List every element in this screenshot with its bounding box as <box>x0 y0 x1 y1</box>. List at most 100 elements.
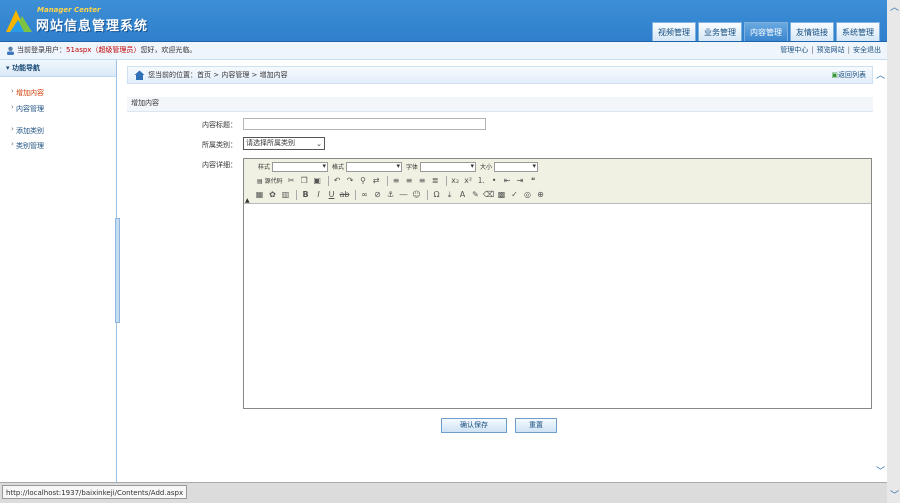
page-break-icon[interactable]: ⤓ <box>444 189 455 200</box>
rich-text-editor: 样式 格式 字体 大小 ▤ 源代码 ✂❐▣ ↶↷⚲⇄ ≡≡≡≣ x₂x²⒈•⇤⇥… <box>243 158 872 409</box>
scroll-up-icon[interactable]: ︿ <box>876 68 885 81</box>
status-bar: http://localhost:1937/baixinkeji/Content… <box>0 482 887 503</box>
bullet-list-icon[interactable]: • <box>489 175 500 186</box>
italic-icon[interactable]: I <box>313 189 324 200</box>
admin-center-link[interactable]: 管理中心 <box>780 46 808 54</box>
image-icon[interactable]: ▦ <box>254 189 265 200</box>
sidebar-item-content-manage[interactable]: 内容管理 <box>11 103 44 114</box>
eraser-icon[interactable]: ⌫ <box>483 189 494 200</box>
form-buttons: 确认保存 重置 <box>441 418 557 433</box>
preview-site-link[interactable]: 预览网站 <box>817 46 845 54</box>
replace-icon[interactable]: ⇄ <box>371 175 382 186</box>
collapse-toolbar-icon[interactable]: ▲ <box>245 197 250 204</box>
format-label: 格式 <box>332 164 345 171</box>
size-label: 大小 <box>480 164 493 171</box>
align-left-icon[interactable]: ≡ <box>391 175 402 186</box>
spellcheck-icon[interactable]: ✓ <box>509 189 520 200</box>
title-input[interactable] <box>243 118 486 130</box>
copy-icon[interactable]: ❐ <box>299 175 310 186</box>
superscript-icon[interactable]: x² <box>463 175 474 186</box>
sidebar-item-add-content[interactable]: 增加内容 <box>11 87 44 98</box>
text-color-icon[interactable]: A <box>457 189 468 200</box>
select-all-icon[interactable]: ▩ <box>496 189 507 200</box>
logout-link[interactable]: 安全退出 <box>853 46 881 54</box>
scroll-up-icon[interactable]: ︿ <box>890 0 899 13</box>
sidebar: ▾ 功能导航 增加内容 内容管理 添加类别 类别管理 <box>0 60 117 482</box>
maximize-icon[interactable]: ⊕ <box>535 189 546 200</box>
tab-content[interactable]: 内容管理 <box>744 22 788 41</box>
table-icon[interactable]: ▥ <box>280 189 291 200</box>
sidebar-item-category-manage[interactable]: 类别管理 <box>11 140 44 151</box>
preview-icon[interactable]: ◎ <box>522 189 533 200</box>
hr-icon[interactable]: ― <box>398 189 409 200</box>
style-combo[interactable] <box>272 161 329 172</box>
toolbar-divider <box>427 189 428 200</box>
style-label: 样式 <box>258 164 271 171</box>
highlight-icon[interactable]: ✎ <box>470 189 481 200</box>
underline-icon[interactable]: U <box>326 189 337 200</box>
editor-toolbar: 样式 格式 字体 大小 ▤ 源代码 ✂❐▣ ↶↷⚲⇄ ≡≡≡≣ x₂x²⒈•⇤⇥… <box>244 159 871 204</box>
paste-icon[interactable]: ▣ <box>312 175 323 186</box>
app-window: Manager Center 网站信息管理系统 视频管理 业务管理 内容管理 友… <box>0 0 900 503</box>
toolbar-row-1: 样式 格式 字体 大小 <box>254 160 539 173</box>
detail-label: 内容详细： <box>202 161 237 169</box>
back-to-list-link[interactable]: ▣返回列表 <box>831 67 866 84</box>
login-info: 当前登录用户：51aspx（超级管理员）您好，欢迎光临。 <box>17 42 196 59</box>
indent-icon[interactable]: ⇥ <box>515 175 526 186</box>
redo-icon[interactable]: ↷ <box>345 175 356 186</box>
top-links: 管理中心 | 预览网站 | 安全退出 <box>780 42 881 59</box>
tab-links[interactable]: 友情链接 <box>790 22 834 41</box>
align-center-icon[interactable]: ≡ <box>404 175 415 186</box>
undo-icon[interactable]: ↶ <box>332 175 343 186</box>
size-combo[interactable] <box>494 161 539 172</box>
logo-icon <box>6 10 32 32</box>
greeting: 您好，欢迎光临。 <box>140 46 197 54</box>
tab-system[interactable]: 系统管理 <box>836 22 880 41</box>
toolbar-divider <box>327 175 329 186</box>
anchor-icon[interactable]: ⚓ <box>385 189 396 200</box>
back-icon: ▣ <box>831 71 838 79</box>
find-icon[interactable]: ⚲ <box>358 175 369 186</box>
user-icon <box>7 46 14 55</box>
content-scrollbar[interactable]: ︿ ﹀ <box>873 60 887 482</box>
breadcrumb: 您当前的位置：首页 > 内容管理 > 增加内容 ▣返回列表 <box>127 66 873 84</box>
header: Manager Center 网站信息管理系统 视频管理 业务管理 内容管理 友… <box>0 0 900 42</box>
tab-business[interactable]: 业务管理 <box>698 22 742 41</box>
category-select[interactable]: 请选择所属类别 ⌄ <box>243 137 325 150</box>
reset-button[interactable]: 重置 <box>515 418 557 433</box>
nav-tabs: 视频管理 业务管理 内容管理 友情链接 系统管理 <box>652 22 882 42</box>
section-title: 增加内容 <box>127 97 873 111</box>
toolbar-divider <box>355 189 356 200</box>
flash-icon[interactable]: ✿ <box>267 189 278 200</box>
align-right-icon[interactable]: ≡ <box>417 175 428 186</box>
back-to-list-label: 返回列表 <box>838 71 866 79</box>
separator: | <box>847 46 850 54</box>
sidebar-item-add-category[interactable]: 添加类别 <box>11 125 44 136</box>
special-char-icon[interactable]: Ω <box>431 189 442 200</box>
sidebar-splitter[interactable] <box>115 218 120 323</box>
subscript-icon[interactable]: x₂ <box>450 175 461 186</box>
outdent-icon[interactable]: ⇤ <box>502 175 513 186</box>
scroll-down-icon[interactable]: ﹀ <box>876 464 885 477</box>
scroll-down-icon[interactable]: ﹀ <box>890 488 899 501</box>
save-button[interactable]: 确认保存 <box>441 418 507 433</box>
blockquote-icon[interactable]: ❝ <box>528 175 539 186</box>
justify-icon[interactable]: ≣ <box>430 175 441 186</box>
unlink-icon[interactable]: ⊘ <box>372 189 383 200</box>
editor-body[interactable] <box>244 204 871 407</box>
brand-title: 网站信息管理系统 <box>36 19 149 34</box>
home-icon <box>134 70 145 80</box>
source-code-button[interactable]: ▤ 源代码 <box>254 175 286 186</box>
smiley-icon[interactable]: ☺ <box>411 189 422 200</box>
user-role: 超级管理员 <box>98 46 134 54</box>
cut-icon[interactable]: ✂ <box>286 175 297 186</box>
tab-video[interactable]: 视频管理 <box>652 22 696 41</box>
format-combo[interactable] <box>346 161 403 172</box>
chevron-down-icon: ⌄ <box>316 140 322 148</box>
strike-icon[interactable]: ab <box>339 189 350 200</box>
font-combo[interactable] <box>420 161 477 172</box>
bold-icon[interactable]: B <box>300 189 311 200</box>
ordered-list-icon[interactable]: ⒈ <box>476 175 487 186</box>
window-scrollbar[interactable]: ︿ ﹀ <box>887 0 900 503</box>
link-icon[interactable]: ∞ <box>359 189 370 200</box>
